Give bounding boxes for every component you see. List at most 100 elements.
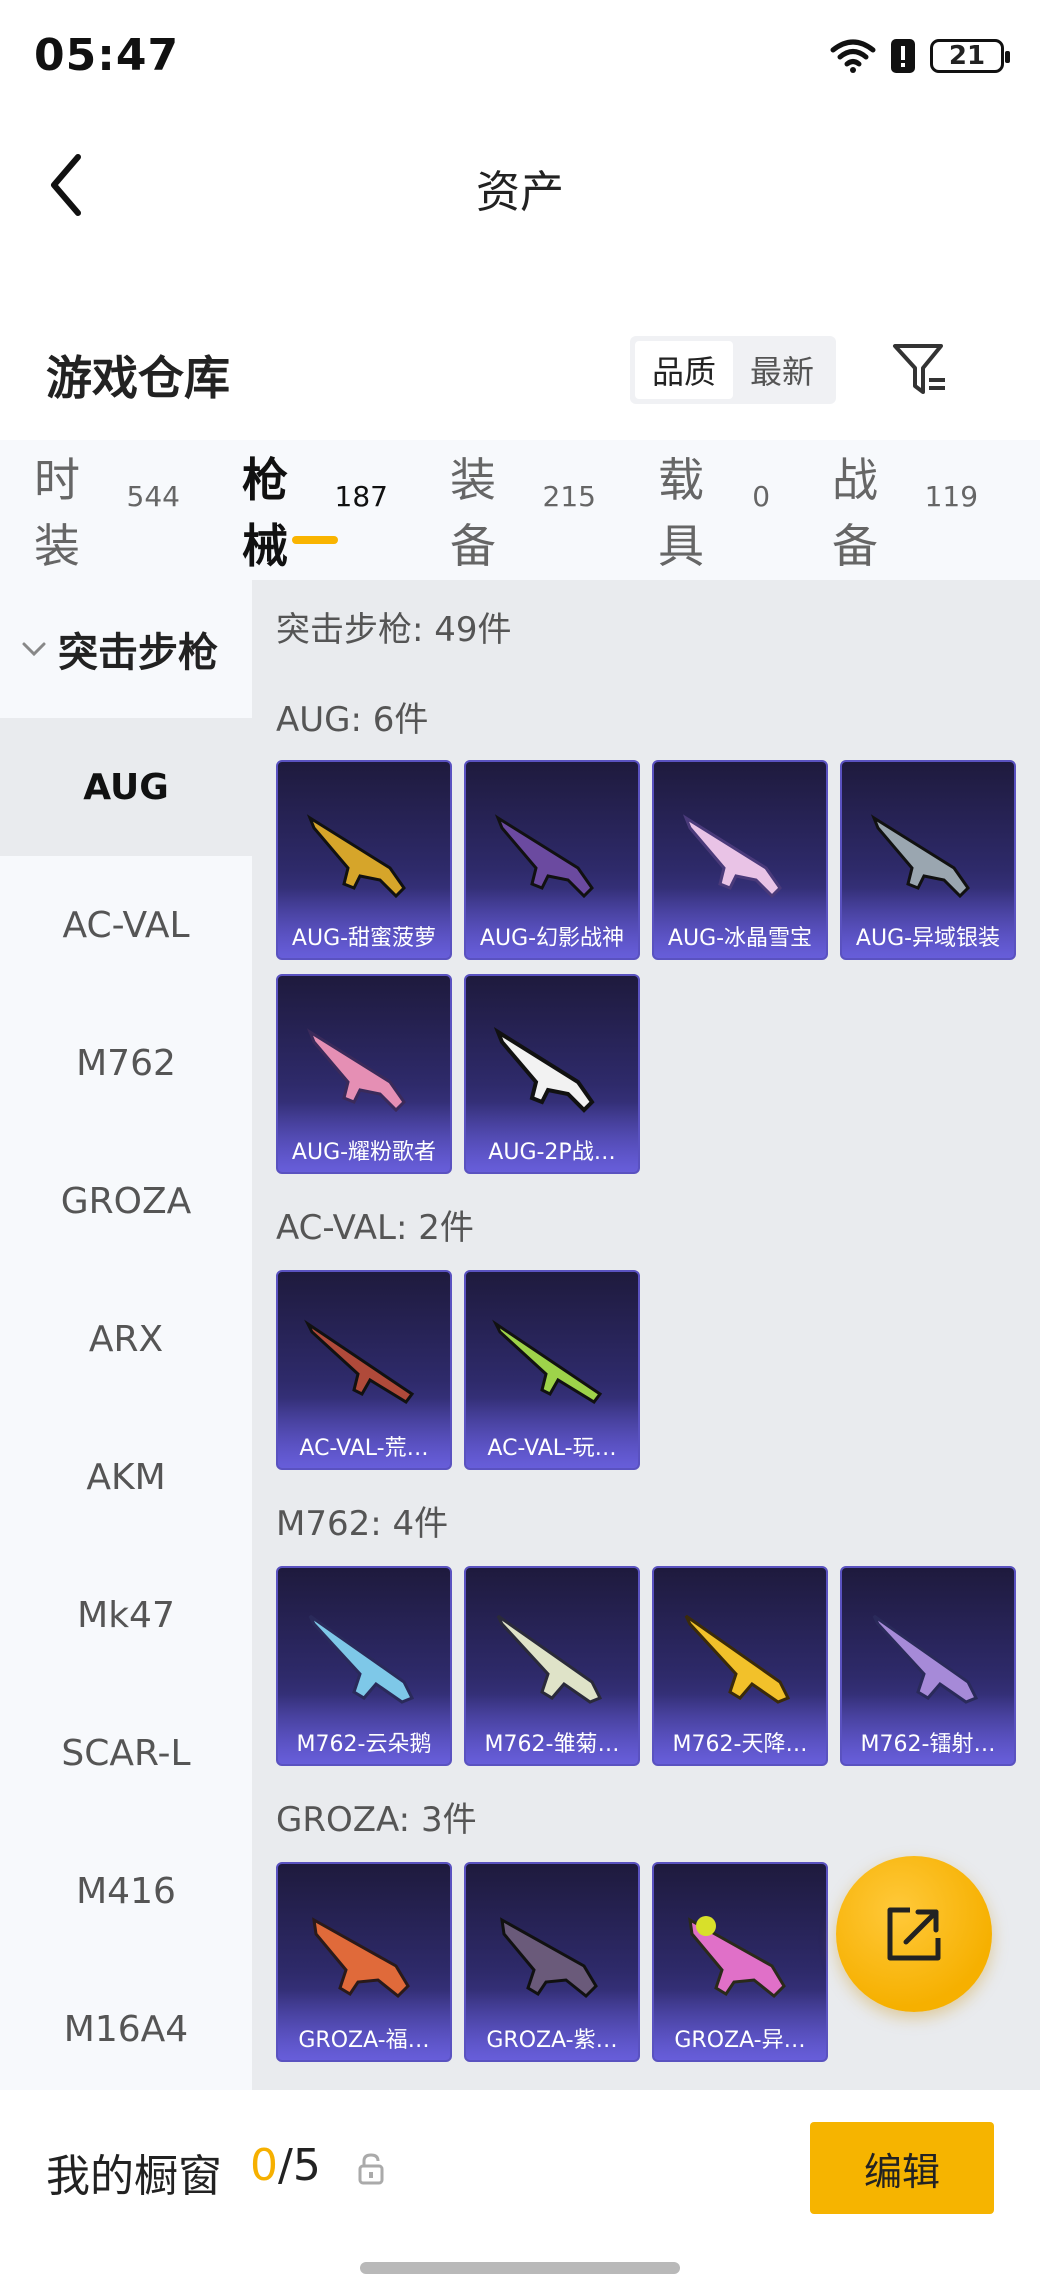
tab-count: 544 [126, 480, 180, 513]
home-indicator [360, 2262, 680, 2274]
weapon-card[interactable]: AC-VAL-玩… [464, 1270, 640, 1470]
weapon-card-label: AC-VAL-玩… [487, 1436, 617, 1461]
weapon-card[interactable]: AUG-耀粉歌者 [276, 974, 452, 1174]
rifle-icon [500, 1917, 598, 1999]
status-bar: 05:47 21 [0, 0, 1040, 120]
sidebar-category-label: 突击步枪 [58, 630, 218, 676]
tab-vehicles[interactable]: 载具 0 [658, 440, 770, 580]
rifle-icon [872, 1614, 979, 1704]
tab-label: 战备 [832, 453, 879, 573]
chevron-down-icon [22, 642, 46, 657]
weapon-card-label: GROZA-福… [298, 2028, 430, 2053]
weapon-card[interactable]: M762-云朵鹅 [276, 1566, 452, 1766]
weapon-card-label: AUG-幻影战神 [479, 926, 625, 951]
rifle-icon [688, 1916, 786, 1999]
showcase-count-total: /5 [278, 2140, 321, 2191]
category-summary: 突击步枪: 49件 [276, 610, 512, 650]
tab-active-indicator [291, 536, 338, 544]
tab-count: 119 [924, 480, 979, 513]
weapon-card-label: AC-VAL-荒… [299, 1436, 429, 1461]
tab-fashion[interactable]: 时装 544 [34, 440, 180, 580]
rifle-icon [684, 1614, 791, 1704]
tab-count: 215 [542, 480, 596, 513]
sidebar-category-header[interactable]: 突击步枪 [0, 580, 252, 718]
battery-icon: 21 [930, 39, 1010, 73]
sidebar-item-mk47[interactable]: Mk47 [0, 1546, 252, 1684]
weapon-card-label: M762-雏菊… [484, 1732, 620, 1757]
rifle-icon [306, 1028, 406, 1113]
header: 资产 [0, 120, 1040, 250]
sort-quality-button[interactable]: 品质 [635, 341, 733, 399]
weapon-card[interactable]: AUG-冰晶雪宝 [652, 760, 828, 960]
wifi-icon [830, 39, 876, 73]
share-button[interactable] [836, 1856, 992, 2012]
page-title: 资产 [476, 167, 564, 218]
tab-supplies[interactable]: 战备 119 [832, 440, 978, 580]
showcase-title: 我的橱窗 [46, 2151, 222, 2202]
weapon-card[interactable]: GROZA-福… [276, 1862, 452, 2062]
weapon-card[interactable]: AUG-2P战… [464, 974, 640, 1174]
sidebar-item-m762[interactable]: M762 [0, 994, 252, 1132]
group-title: M762: 4件 [276, 1504, 449, 1544]
tab-count: 187 [334, 480, 388, 513]
weapon-card[interactable]: M762-天降… [652, 1566, 828, 1766]
category-tabs: 时装 544 枪械 187 装备 215 载具 0 战备 119 [0, 440, 1040, 580]
sidebar-item-arx[interactable]: ARX [0, 1270, 252, 1408]
edit-button[interactable]: 编辑 [810, 2122, 994, 2214]
weapon-card[interactable]: AUG-幻影战神 [464, 760, 640, 960]
weapon-card-label: M762-镭射… [860, 1732, 996, 1757]
weapon-card-label: M762-云朵鹅 [296, 1732, 432, 1757]
status-time: 05:47 [34, 30, 180, 81]
filter-button[interactable] [890, 340, 950, 400]
weapon-card-label: AUG-耀粉歌者 [291, 1140, 437, 1165]
weapon-sidebar: 突击步枪 AUG AC-VAL M762 GROZA ARX AKM Mk47 … [0, 580, 252, 2090]
rifle-icon [492, 1319, 603, 1404]
rifle-icon [306, 814, 406, 899]
weapon-card-label: GROZA-紫… [486, 2028, 618, 2053]
alert-icon [891, 39, 915, 73]
rifle-icon [682, 814, 782, 899]
tab-label: 载具 [657, 453, 704, 573]
sort-toggle: 品质 最新 [630, 336, 836, 404]
rifle-icon [312, 1917, 410, 1999]
sidebar-item-aug[interactable]: AUG [0, 718, 252, 856]
weapon-card-label: M762-天降… [672, 1732, 808, 1757]
group-title: AUG: 6件 [276, 700, 429, 740]
tab-label: 枪械 [241, 453, 288, 573]
sidebar-item-ac-val[interactable]: AC-VAL [0, 856, 252, 994]
share-icon [887, 1907, 941, 1961]
showcase-count-current: 0 [250, 2140, 278, 2191]
sidebar-item-scar-l[interactable]: SCAR-L [0, 1684, 252, 1822]
lock-icon [358, 2153, 384, 2185]
weapon-card-label: GROZA-异… [674, 2028, 806, 2053]
tab-count: 0 [752, 480, 771, 513]
showcase-bar: 我的橱窗 0/5 编辑 [0, 2090, 1040, 2295]
status-icons: 21 [830, 38, 1010, 74]
rifle-icon [870, 814, 970, 899]
weapon-card[interactable]: AUG-异域银装 [840, 760, 1016, 960]
weapon-card[interactable]: M762-镭射… [840, 1566, 1016, 1766]
weapon-card[interactable]: GROZA-紫… [464, 1862, 640, 2062]
sort-latest-button[interactable]: 最新 [733, 341, 831, 399]
tab-firearms[interactable]: 枪械 187 [242, 440, 388, 580]
weapon-card[interactable]: GROZA-异… [652, 1862, 828, 2062]
weapon-card[interactable]: AC-VAL-荒… [276, 1270, 452, 1470]
sidebar-item-groza[interactable]: GROZA [0, 1132, 252, 1270]
group-title: GROZA: 3件 [276, 1800, 477, 1840]
sidebar-item-akm[interactable]: AKM [0, 1408, 252, 1546]
rifle-icon [308, 1614, 415, 1704]
showcase-count: 0/5 [250, 2140, 321, 2191]
weapon-card[interactable]: AUG-甜蜜菠萝 [276, 760, 452, 960]
weapon-card[interactable]: M762-雏菊… [464, 1566, 640, 1766]
weapon-card-label: AUG-冰晶雪宝 [667, 926, 813, 951]
tab-label: 装备 [449, 453, 496, 573]
weapon-card-label: AUG-异域银装 [855, 926, 1001, 951]
sidebar-item-m416[interactable]: M416 [0, 1822, 252, 1960]
rifle-icon [494, 814, 594, 899]
tab-label: 时装 [34, 453, 80, 573]
warehouse-title: 游戏仓库 [46, 351, 230, 405]
sidebar-item-m16a4[interactable]: M16A4 [0, 1960, 252, 2098]
group-title: AC-VAL: 2件 [276, 1208, 474, 1248]
filter-icon [893, 344, 945, 394]
tab-equipment[interactable]: 装备 215 [450, 440, 596, 580]
